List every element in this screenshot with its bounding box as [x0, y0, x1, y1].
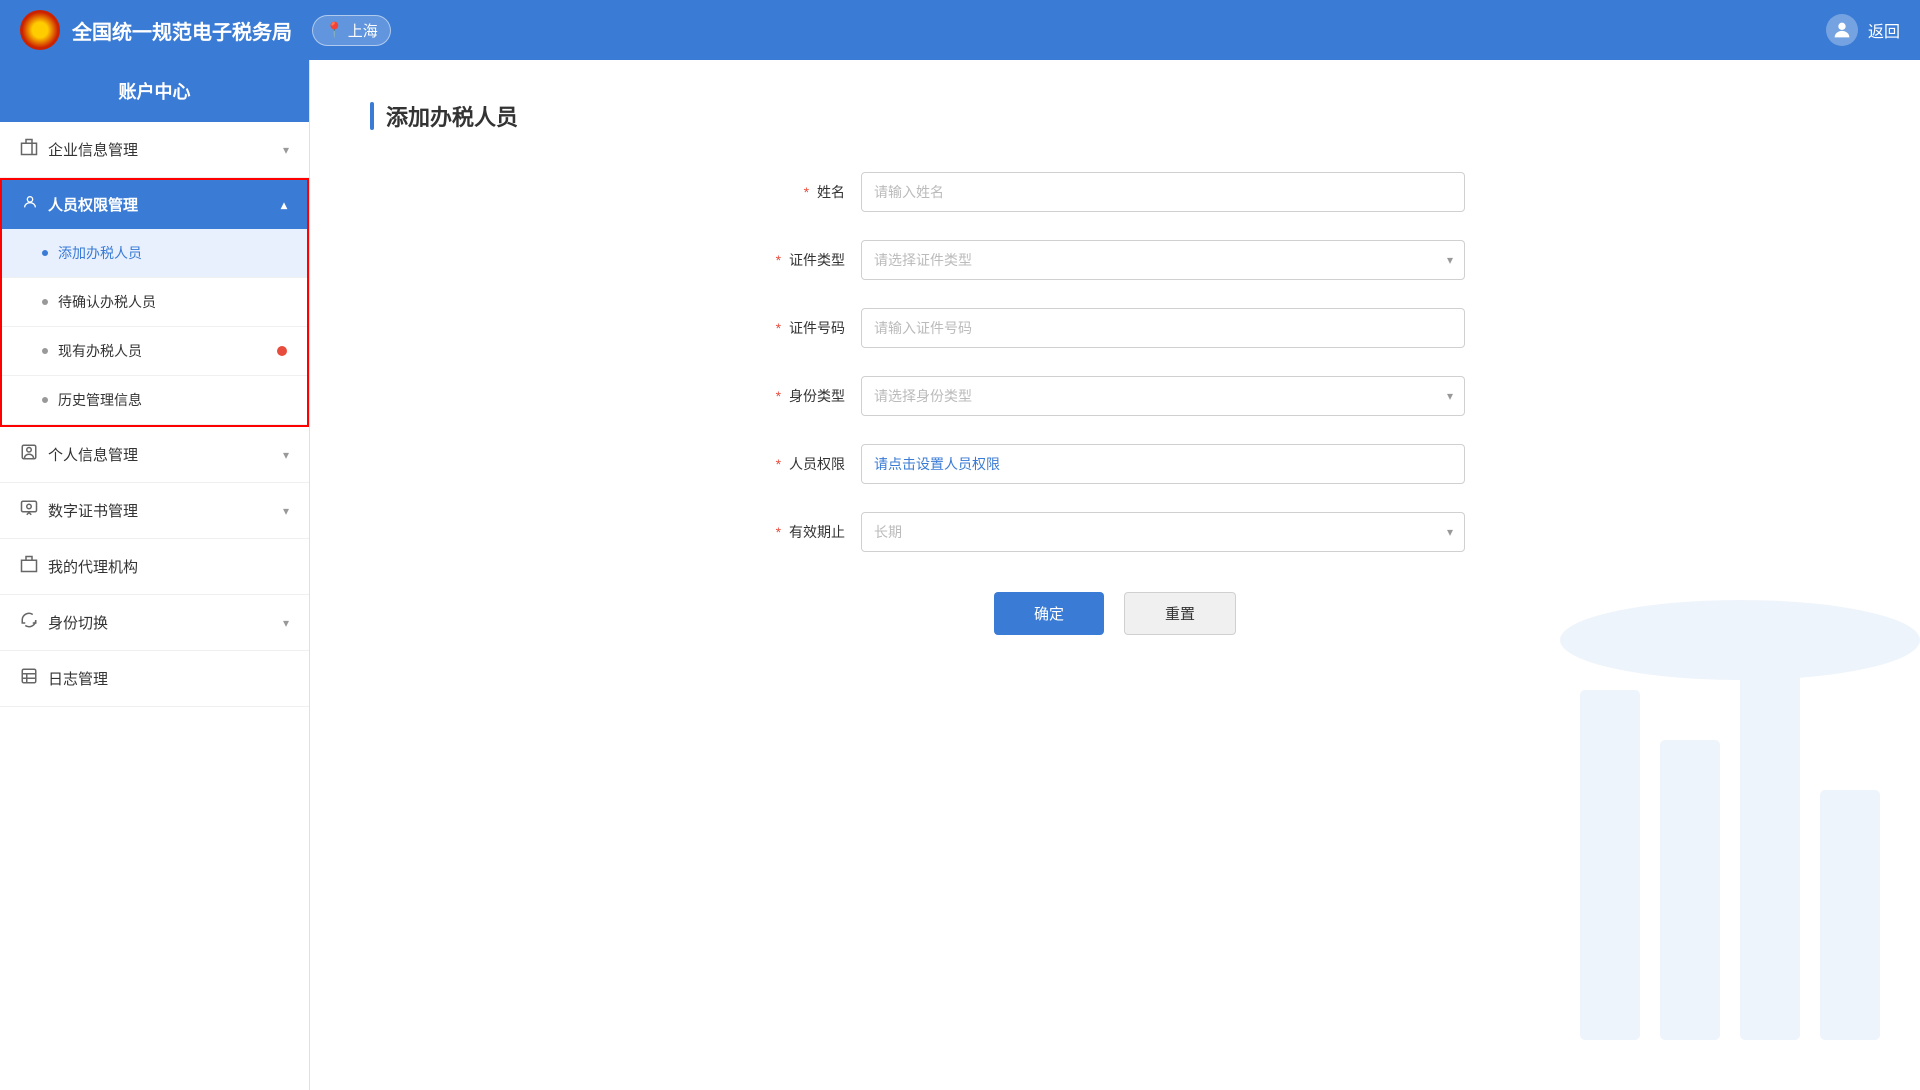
chevron-cert-icon: ▾	[283, 504, 289, 518]
agency-label: 我的代理机构	[48, 556, 289, 577]
sidebar-item-pending[interactable]: 待确认办税人员	[2, 278, 307, 327]
cert-type-label: * 证件类型	[765, 250, 845, 270]
form-row-cert-number: * 证件号码	[765, 308, 1465, 348]
validity-select[interactable]: 长期	[861, 512, 1465, 552]
sidebar-item-existing[interactable]: 现有办税人员	[2, 327, 307, 376]
permission-placeholder: 请点击设置人员权限	[874, 454, 1000, 474]
bullet-dot-existing	[42, 348, 48, 354]
form-row-cert-type: * 证件类型 请选择证件类型 ▾	[765, 240, 1465, 280]
reset-button[interactable]: 重置	[1124, 592, 1236, 635]
personnel-section: 人员权限管理 ▴ 添加办税人员 待确认办税人员 现有办税人员	[0, 178, 309, 427]
pending-label: 待确认办税人员	[58, 292, 156, 312]
sidebar-item-log[interactable]: 日志管理	[0, 651, 309, 707]
sidebar-enterprise-label: 企业信息管理	[48, 139, 283, 160]
form-row-permission: * 人员权限 请点击设置人员权限	[765, 444, 1465, 484]
location-badge[interactable]: 📍 上海	[312, 15, 391, 46]
header-title: 全国统一规范电子税务局	[72, 16, 292, 45]
pin-icon: 📍	[325, 21, 344, 39]
page-title: 添加办税人员	[386, 100, 518, 132]
personal-label: 个人信息管理	[48, 444, 283, 465]
person-icon	[22, 194, 38, 215]
name-label: * 姓名	[765, 182, 845, 202]
digital-cert-label: 数字证书管理	[48, 500, 283, 521]
sidebar: 账户中心 企业信息管理 ▾ 人员权限管理 ▴ 添加办税人员	[0, 60, 310, 1090]
name-input[interactable]	[861, 172, 1465, 212]
chevron-identity-icon: ▾	[283, 616, 289, 630]
logo-icon	[20, 10, 60, 50]
header-right: 返回	[1826, 14, 1900, 46]
switch-icon	[20, 611, 38, 634]
sidebar-item-agency[interactable]: 我的代理机构	[0, 539, 309, 595]
chevron-personal-icon: ▾	[283, 448, 289, 462]
validity-label: * 有效期止	[765, 522, 845, 542]
identity-type-select[interactable]: 请选择身份类型	[861, 376, 1465, 416]
bullet-dot	[42, 250, 48, 256]
header: 全国统一规范电子税务局 📍 上海 返回	[0, 0, 1920, 60]
form-buttons: 确定 重置	[765, 592, 1465, 635]
history-label: 历史管理信息	[58, 390, 142, 410]
bullet-dot-gray	[42, 299, 48, 305]
sidebar-item-digital-cert[interactable]: 数字证书管理 ▾	[0, 483, 309, 539]
cert-icon	[20, 499, 38, 522]
sidebar-item-enterprise[interactable]: 企业信息管理 ▾	[0, 122, 309, 178]
cert-number-input[interactable]	[861, 308, 1465, 348]
required-star: *	[804, 184, 809, 200]
title-accent	[370, 102, 374, 130]
permission-label: * 人员权限	[765, 454, 845, 474]
page-title-bar: 添加办税人员	[370, 100, 1860, 132]
form-row-validity: * 有效期止 长期 ▾	[765, 512, 1465, 552]
notification-dot	[277, 346, 287, 356]
sidebar-title: 账户中心	[0, 60, 309, 122]
cert-type-wrapper: 请选择证件类型 ▾	[861, 240, 1465, 280]
sidebar-item-personal[interactable]: 个人信息管理 ▾	[0, 427, 309, 483]
personnel-label: 人员权限管理	[48, 194, 281, 215]
layout: 账户中心 企业信息管理 ▾ 人员权限管理 ▴ 添加办税人员	[0, 60, 1920, 1090]
chevron-down-icon: ▾	[283, 143, 289, 157]
sidebar-item-add-tax-person[interactable]: 添加办税人员	[2, 229, 307, 278]
cert-type-select[interactable]: 请选择证件类型	[861, 240, 1465, 280]
identity-type-label: * 身份类型	[765, 386, 845, 406]
personnel-header[interactable]: 人员权限管理 ▴	[2, 180, 307, 229]
log-icon	[20, 667, 38, 690]
permission-input[interactable]: 请点击设置人员权限	[861, 444, 1465, 484]
add-tax-person-form: * 姓名 * 证件类型 请选择证件类型 ▾	[765, 172, 1465, 635]
confirm-button[interactable]: 确定	[994, 592, 1104, 635]
chevron-up-icon: ▴	[281, 198, 287, 212]
add-tax-label: 添加办税人员	[58, 243, 142, 263]
sidebar-item-history[interactable]: 历史管理信息	[2, 376, 307, 425]
personal-icon	[20, 443, 38, 466]
agency-icon	[20, 555, 38, 578]
form-row-name: * 姓名	[765, 172, 1465, 212]
log-label: 日志管理	[48, 668, 289, 689]
building-icon	[20, 138, 38, 161]
sidebar-item-identity[interactable]: 身份切换 ▾	[0, 595, 309, 651]
existing-label: 现有办税人员	[58, 341, 142, 361]
watermark	[1540, 590, 1920, 1090]
user-avatar-icon[interactable]	[1826, 14, 1858, 46]
identity-type-wrapper: 请选择身份类型 ▾	[861, 376, 1465, 416]
main-content: 添加办税人员 * 姓名 * 证件类型 请选择证件类型	[310, 60, 1920, 1090]
identity-label: 身份切换	[48, 612, 283, 633]
bullet-dot-history	[42, 397, 48, 403]
form-row-identity-type: * 身份类型 请选择身份类型 ▾	[765, 376, 1465, 416]
cert-number-label: * 证件号码	[765, 318, 845, 338]
validity-wrapper: 长期 ▾	[861, 512, 1465, 552]
location-text: 上海	[348, 20, 378, 41]
return-button[interactable]: 返回	[1868, 18, 1900, 42]
